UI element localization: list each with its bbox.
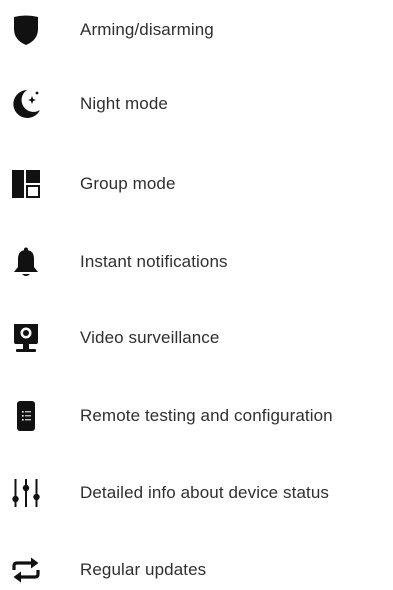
camera-icon: [10, 322, 42, 354]
feature-regular-updates: Regular updates: [0, 550, 393, 590]
feature-label: Night mode: [80, 94, 168, 113]
feature-label: Remote testing and configuration: [80, 406, 333, 425]
bell-icon: [10, 246, 42, 278]
feature-label: Arming/disarming: [80, 20, 214, 39]
repeat-icon: [10, 554, 42, 586]
feature-remote-testing: Remote testing and configuration: [0, 396, 393, 436]
moon-icon: [10, 88, 42, 120]
feature-video-surveillance: Video surveillance: [0, 318, 393, 358]
feature-label: Video surveillance: [80, 328, 220, 347]
feature-group-mode: Group mode: [0, 164, 393, 204]
feature-label: Group mode: [80, 174, 176, 193]
feature-night-mode: Night mode: [0, 84, 393, 124]
feature-instant-notifications: Instant notifications: [0, 242, 393, 282]
group-layout-icon: [10, 168, 42, 200]
smartphone-icon: [10, 400, 42, 432]
feature-list: Arming/disarming Night mode Group mode I…: [0, 0, 393, 586]
feature-arming-disarming: Arming/disarming: [0, 10, 393, 50]
sliders-icon: [10, 477, 42, 509]
feature-label: Instant notifications: [80, 252, 228, 271]
feature-detailed-device-status: Detailed info about device status: [0, 473, 393, 513]
feature-label: Detailed info about device status: [80, 483, 330, 502]
shield-icon: [10, 14, 42, 46]
feature-label: Regular updates: [80, 560, 207, 579]
